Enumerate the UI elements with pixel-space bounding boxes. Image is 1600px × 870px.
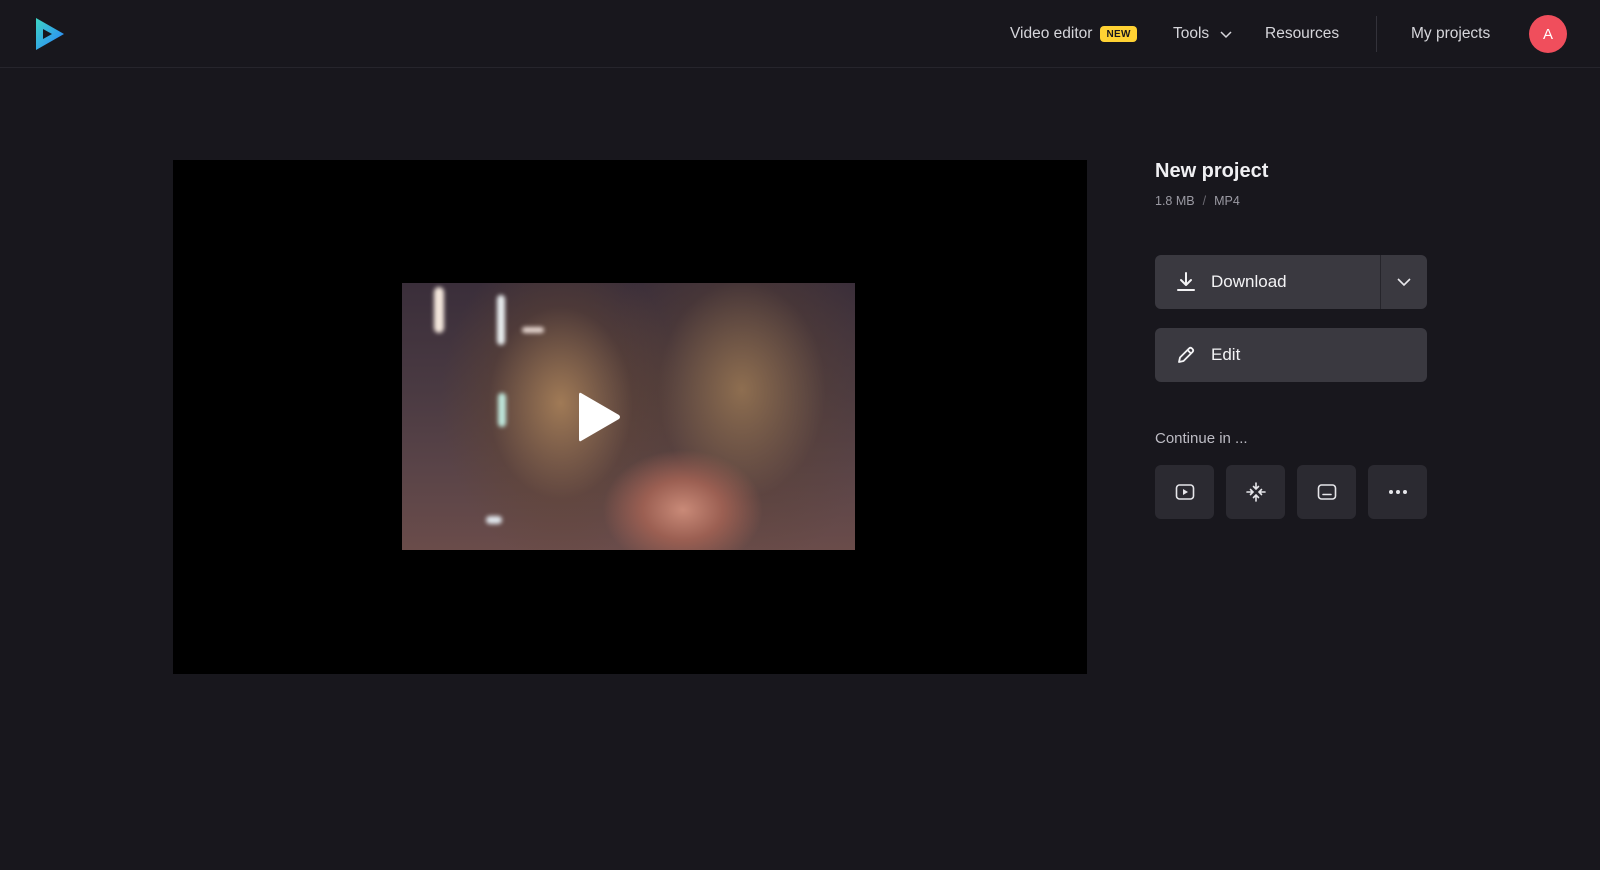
chevron-down-icon (1397, 278, 1411, 287)
meta-separator: / (1202, 194, 1207, 208)
nav-resources-label: Resources (1265, 25, 1340, 42)
nav-video-editor-label: Video editor (1010, 25, 1093, 42)
more-icon (1388, 490, 1407, 494)
video-thumbnail (402, 283, 855, 550)
tool-compress-button[interactable] (1226, 465, 1285, 519)
subtitles-icon (1317, 484, 1336, 500)
edit-label: Edit (1211, 345, 1241, 364)
nav-divider (1376, 16, 1377, 52)
nav-video-editor[interactable]: Video editor NEW (1010, 0, 1137, 68)
nav-my-projects-label: My projects (1411, 25, 1491, 42)
nav-tools-dropdown[interactable]: Tools (1173, 0, 1233, 68)
nav-resources[interactable]: Resources (1265, 0, 1339, 68)
download-button[interactable]: Download (1155, 255, 1380, 309)
play-logo-icon[interactable] (32, 16, 68, 52)
continue-in-label: Continue in ... (1155, 430, 1248, 447)
play-icon[interactable] (577, 391, 621, 443)
nav-tools-label: Tools (1173, 25, 1210, 42)
project-title: New project (1155, 160, 1269, 182)
download-button-group: Download (1155, 255, 1427, 309)
continue-in-tools (1155, 465, 1427, 519)
video-player-icon (1175, 484, 1194, 500)
chevron-down-icon (1220, 31, 1232, 39)
download-label: Download (1211, 272, 1287, 291)
new-badge: NEW (1100, 26, 1137, 42)
edit-button[interactable]: Edit (1155, 328, 1427, 382)
nav-my-projects[interactable]: My projects (1411, 0, 1490, 68)
download-icon (1177, 272, 1195, 291)
file-format: MP4 (1214, 194, 1240, 208)
tool-video-player-button[interactable] (1155, 465, 1214, 519)
file-meta: 1.8 MB / MP4 (1155, 194, 1240, 208)
tool-subtitles-button[interactable] (1297, 465, 1356, 519)
file-size: 1.8 MB (1155, 194, 1195, 208)
avatar[interactable]: A (1529, 15, 1567, 53)
video-player[interactable] (173, 160, 1087, 674)
compress-icon (1245, 482, 1266, 502)
download-options-button[interactable] (1381, 255, 1427, 309)
top-navigation: Video editor NEW Tools Resources My proj… (0, 0, 1600, 68)
tool-more-button[interactable] (1368, 465, 1427, 519)
pencil-icon (1178, 346, 1195, 363)
